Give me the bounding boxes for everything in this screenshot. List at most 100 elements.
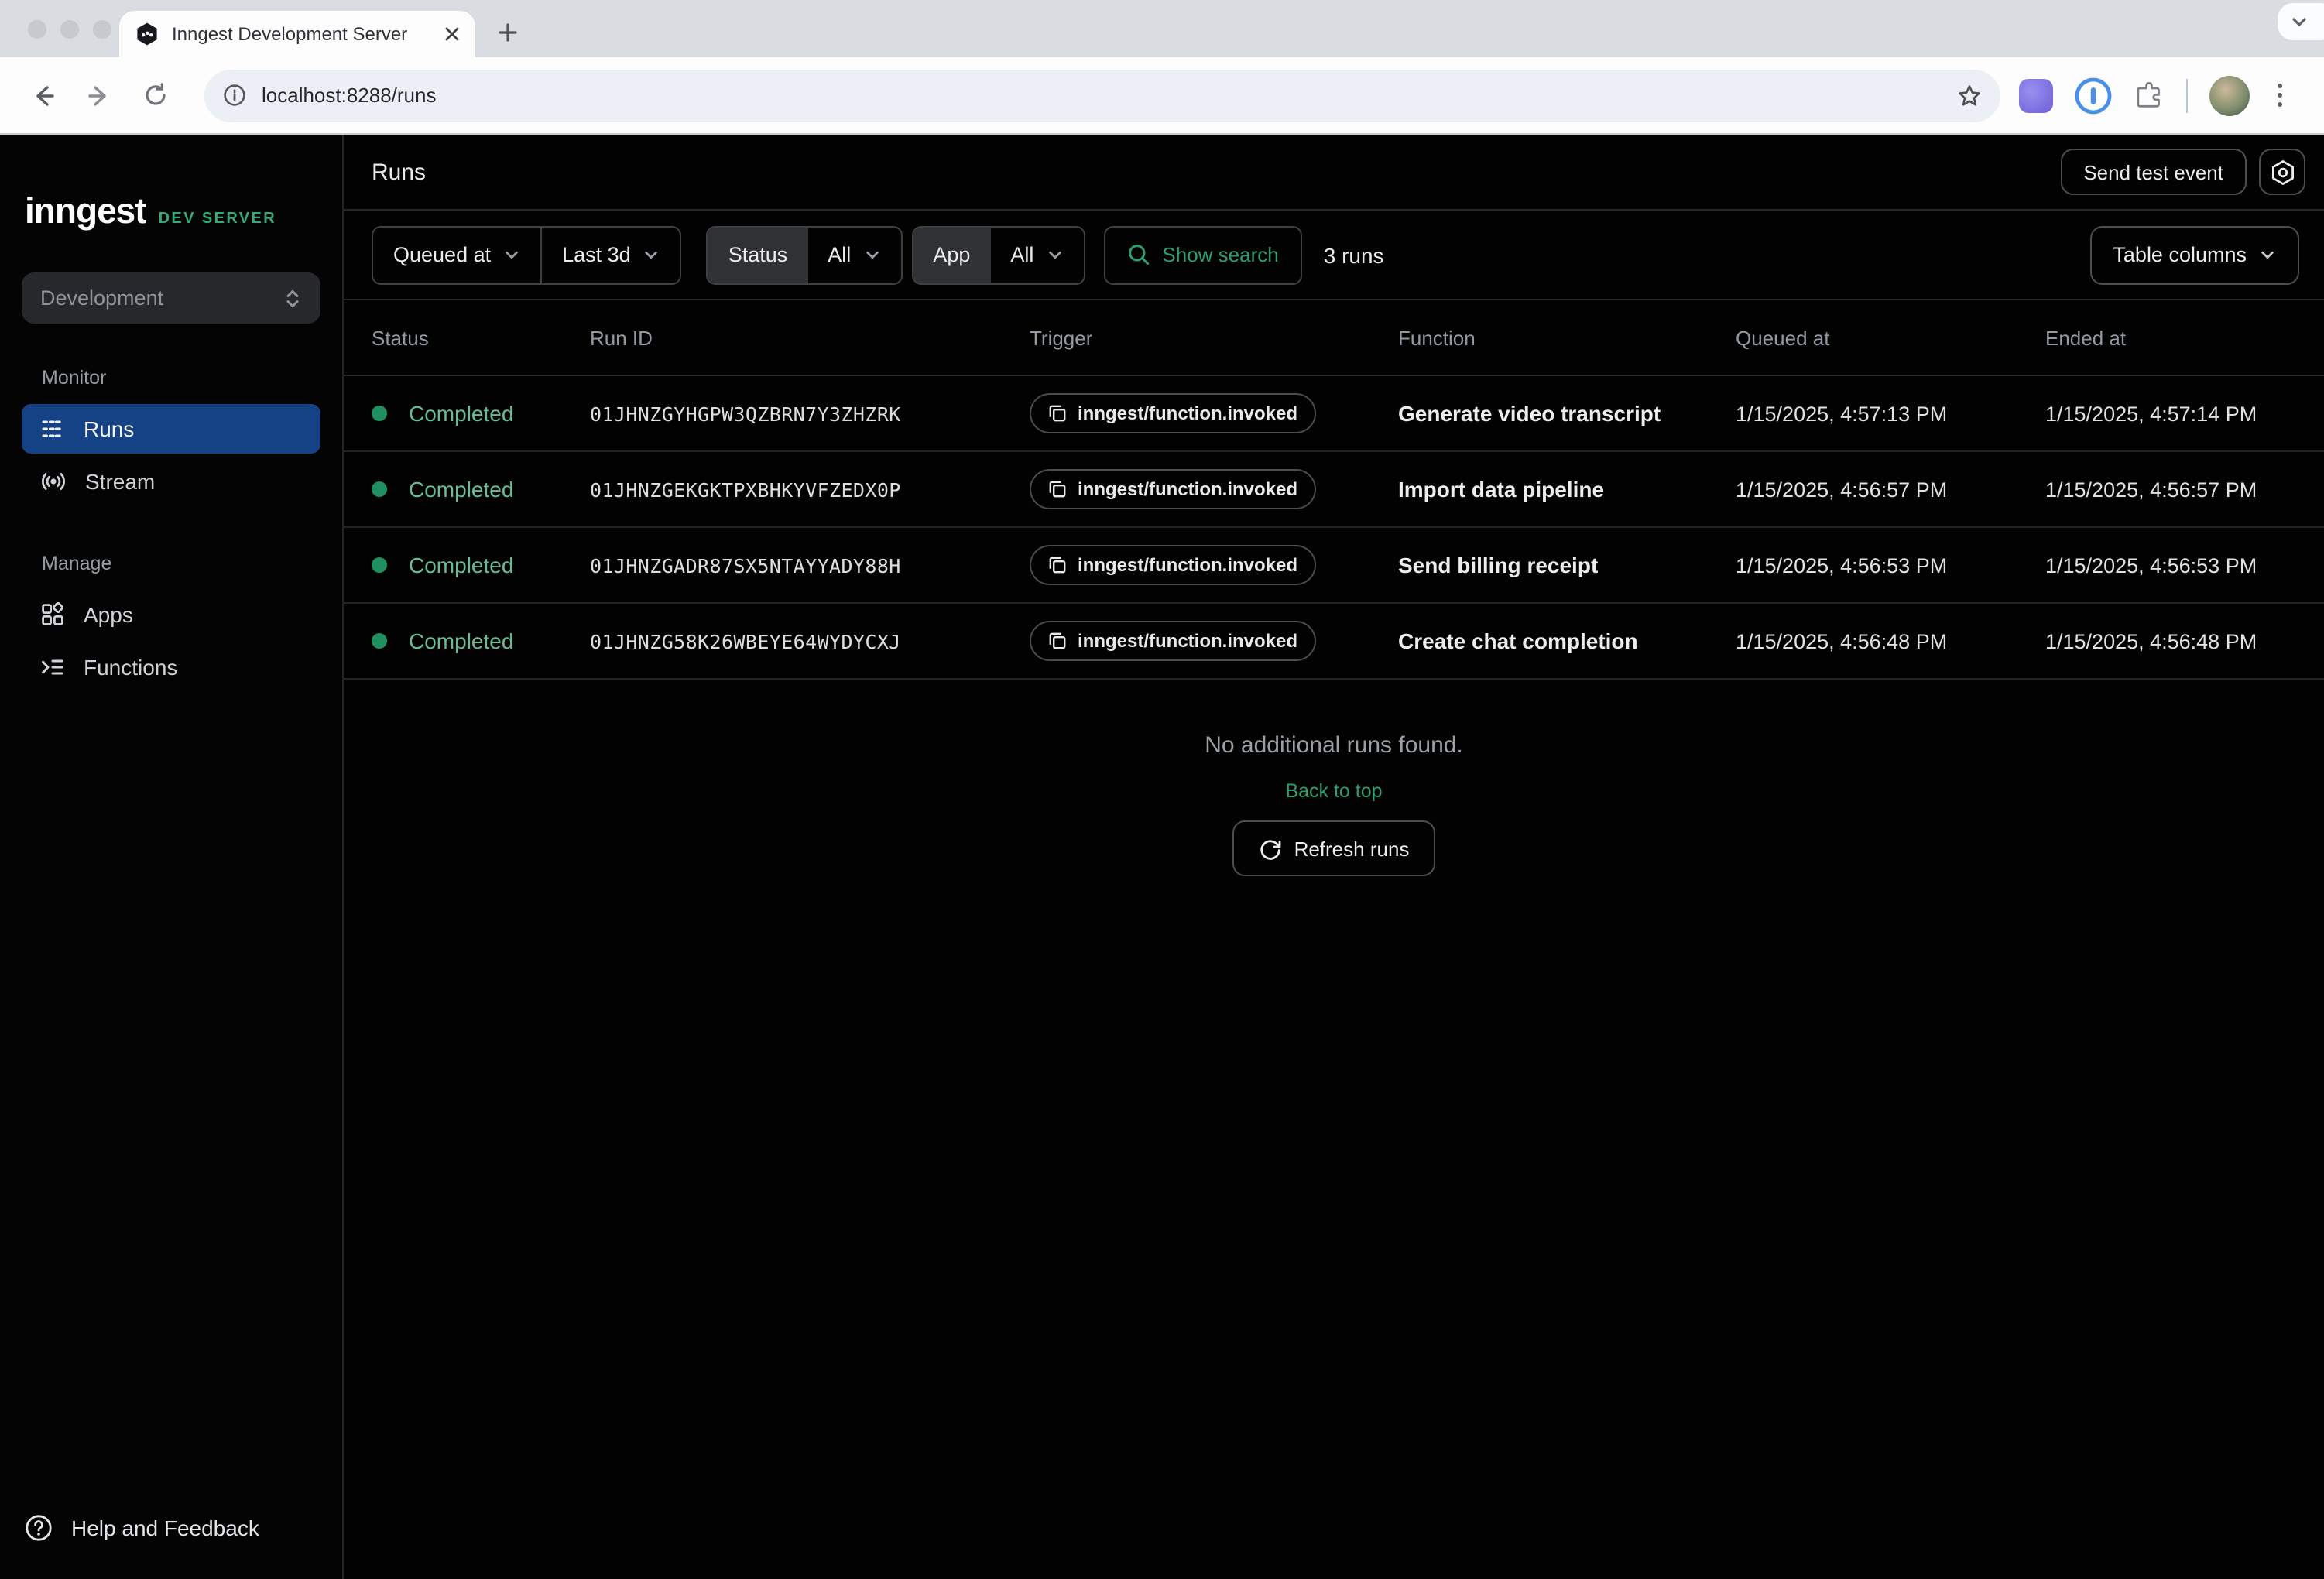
table-row[interactable]: Completed 01JHNZGYHGPW3QZBRN7Y3ZHZRK inn… <box>344 376 2324 452</box>
refresh-runs-button[interactable]: Refresh runs <box>1232 820 1436 876</box>
col-ended-at: Ended at <box>2045 326 2296 349</box>
sidebar: inngest DEV SERVER Development Monitor R… <box>0 135 344 1579</box>
trigger-badge[interactable]: inngest/function.invoked <box>1030 469 1316 509</box>
sidebar-item-stream[interactable]: Stream <box>22 457 320 506</box>
page-header: Runs Send test event <box>344 135 2324 211</box>
sidebar-item-functions[interactable]: Functions <box>22 642 320 692</box>
app-filter-value-seg[interactable]: All <box>990 227 1083 283</box>
time-field-select[interactable]: Queued at <box>373 227 540 283</box>
col-trigger: Trigger <box>1030 326 1398 349</box>
search-icon <box>1126 243 1150 266</box>
status-filter[interactable]: Status All <box>707 225 903 284</box>
refresh-icon <box>1259 837 1282 860</box>
status-dot-icon <box>372 406 387 421</box>
time-range-label: Last 3d <box>562 243 631 266</box>
table-row[interactable]: Completed 01JHNZGEKGKTPXBHKYVFZEDX0P inn… <box>344 452 2324 528</box>
new-tab-button[interactable] <box>488 12 528 53</box>
environment-selector[interactable]: Development <box>22 272 320 324</box>
help-and-feedback[interactable]: Help and Feedback <box>0 1514 342 1579</box>
window-controls[interactable] <box>28 20 111 39</box>
status-filter-label-seg: Status <box>708 227 808 283</box>
tab-title: Inngest Development Server <box>172 23 432 45</box>
functions-icon <box>40 655 65 680</box>
forward-button[interactable] <box>76 72 122 118</box>
environment-value: Development <box>40 286 163 310</box>
trigger-badge[interactable]: inngest/function.invoked <box>1030 545 1316 585</box>
col-queued-at: Queued at <box>1736 326 2045 349</box>
sidebar-item-label: Runs <box>84 416 134 441</box>
run-id[interactable]: 01JHNZG58K26WBEYE64WYDYCXJ <box>590 629 1030 652</box>
run-id[interactable]: 01JHNZGEKGKTPXBHKYVFZEDX0P <box>590 478 1030 501</box>
col-status: Status <box>372 326 590 349</box>
stream-icon <box>40 469 67 494</box>
runs-icon <box>40 416 65 441</box>
trigger-badge[interactable]: inngest/function.invoked <box>1030 393 1316 433</box>
up-down-chevrons-icon <box>283 287 302 309</box>
function-name[interactable]: Import data pipeline <box>1398 477 1736 502</box>
status-filter-value: All <box>828 243 851 266</box>
status-filter-value-seg[interactable]: All <box>807 227 900 283</box>
empty-state: No additional runs found. Back to top Re… <box>344 732 2324 876</box>
browser-toolbar: localhost:8288/runs <box>0 57 2324 135</box>
inngest-app: inngest DEV SERVER Development Monitor R… <box>0 135 2324 1579</box>
screen: Inngest Development Server localho <box>0 0 2324 1579</box>
function-name[interactable]: Send billing receipt <box>1398 553 1736 577</box>
back-button[interactable] <box>20 72 67 118</box>
run-status: Completed <box>409 553 513 577</box>
run-id[interactable]: 01JHNZGADR87SX5NTAYYADY88H <box>590 553 1030 577</box>
queued-at: 1/15/2025, 4:57:13 PM <box>1736 402 2045 425</box>
send-test-event-button[interactable]: Send test event <box>2060 149 2247 195</box>
ended-at: 1/15/2025, 4:56:48 PM <box>2045 629 2296 652</box>
site-info-icon[interactable] <box>223 84 246 107</box>
sidebar-item-runs[interactable]: Runs <box>22 404 320 454</box>
help-icon <box>25 1514 53 1542</box>
settings-button[interactable] <box>2259 149 2305 195</box>
sidebar-item-label: Apps <box>84 602 133 627</box>
run-status: Completed <box>409 401 513 426</box>
reload-button[interactable] <box>132 72 178 118</box>
toolbar-divider <box>2186 78 2188 112</box>
profile-avatar[interactable] <box>2209 75 2250 115</box>
table-columns-button[interactable]: Table columns <box>2089 225 2299 284</box>
url-bar[interactable]: localhost:8288/runs <box>204 69 2000 122</box>
sidebar-item-label: Functions <box>84 655 177 680</box>
function-name[interactable]: Create chat completion <box>1398 629 1736 653</box>
trigger-badge[interactable]: inngest/function.invoked <box>1030 621 1316 661</box>
back-to-top-link[interactable]: Back to top <box>1285 780 1382 802</box>
trigger-name: inngest/function.invoked <box>1078 554 1297 576</box>
zoom-window-icon[interactable] <box>93 20 111 39</box>
chevron-down-icon <box>863 246 880 263</box>
chevron-down-icon <box>643 246 660 263</box>
close-tab-icon[interactable] <box>444 26 460 42</box>
url-text[interactable]: localhost:8288/runs <box>262 84 1942 107</box>
time-filter[interactable]: Queued at Last 3d <box>372 225 682 284</box>
tab-search-button[interactable] <box>2278 3 2324 40</box>
gear-icon <box>2269 159 2295 185</box>
runs-count: 3 runs <box>1324 242 1384 267</box>
col-run-id: Run ID <box>590 326 1030 349</box>
onepassword-icon[interactable] <box>2075 77 2112 114</box>
ended-at: 1/15/2025, 4:57:14 PM <box>2045 402 2296 425</box>
close-window-icon[interactable] <box>28 20 46 39</box>
table-row[interactable]: Completed 01JHNZG58K26WBEYE64WYDYCXJ inn… <box>344 604 2324 680</box>
extensions-puzzle-icon[interactable] <box>2134 80 2165 111</box>
copy-icon <box>1048 404 1067 423</box>
browser-menu-button[interactable] <box>2271 77 2288 113</box>
app-filter[interactable]: App All <box>911 225 1085 284</box>
chevron-down-icon <box>2290 12 2309 31</box>
minimize-window-icon[interactable] <box>60 20 79 39</box>
monitor-label: Monitor <box>0 367 342 389</box>
show-search-button[interactable]: Show search <box>1103 225 1301 284</box>
no-more-runs-message: No additional runs found. <box>1205 732 1463 759</box>
app-filter-label: App <box>933 243 970 266</box>
time-range-select[interactable]: Last 3d <box>542 227 680 283</box>
table-row[interactable]: Completed 01JHNZGADR87SX5NTAYYADY88H inn… <box>344 528 2324 604</box>
browser-tab[interactable]: Inngest Development Server <box>119 11 475 57</box>
sidebar-item-apps[interactable]: Apps <box>22 590 320 639</box>
copy-icon <box>1048 556 1067 574</box>
send-test-event-label: Send test event <box>2083 160 2223 183</box>
run-id[interactable]: 01JHNZGYHGPW3QZBRN7Y3ZHZRK <box>590 402 1030 425</box>
bookmark-star-icon[interactable] <box>1957 83 1982 108</box>
extension-icon[interactable] <box>2019 78 2053 112</box>
function-name[interactable]: Generate video transcript <box>1398 401 1736 426</box>
